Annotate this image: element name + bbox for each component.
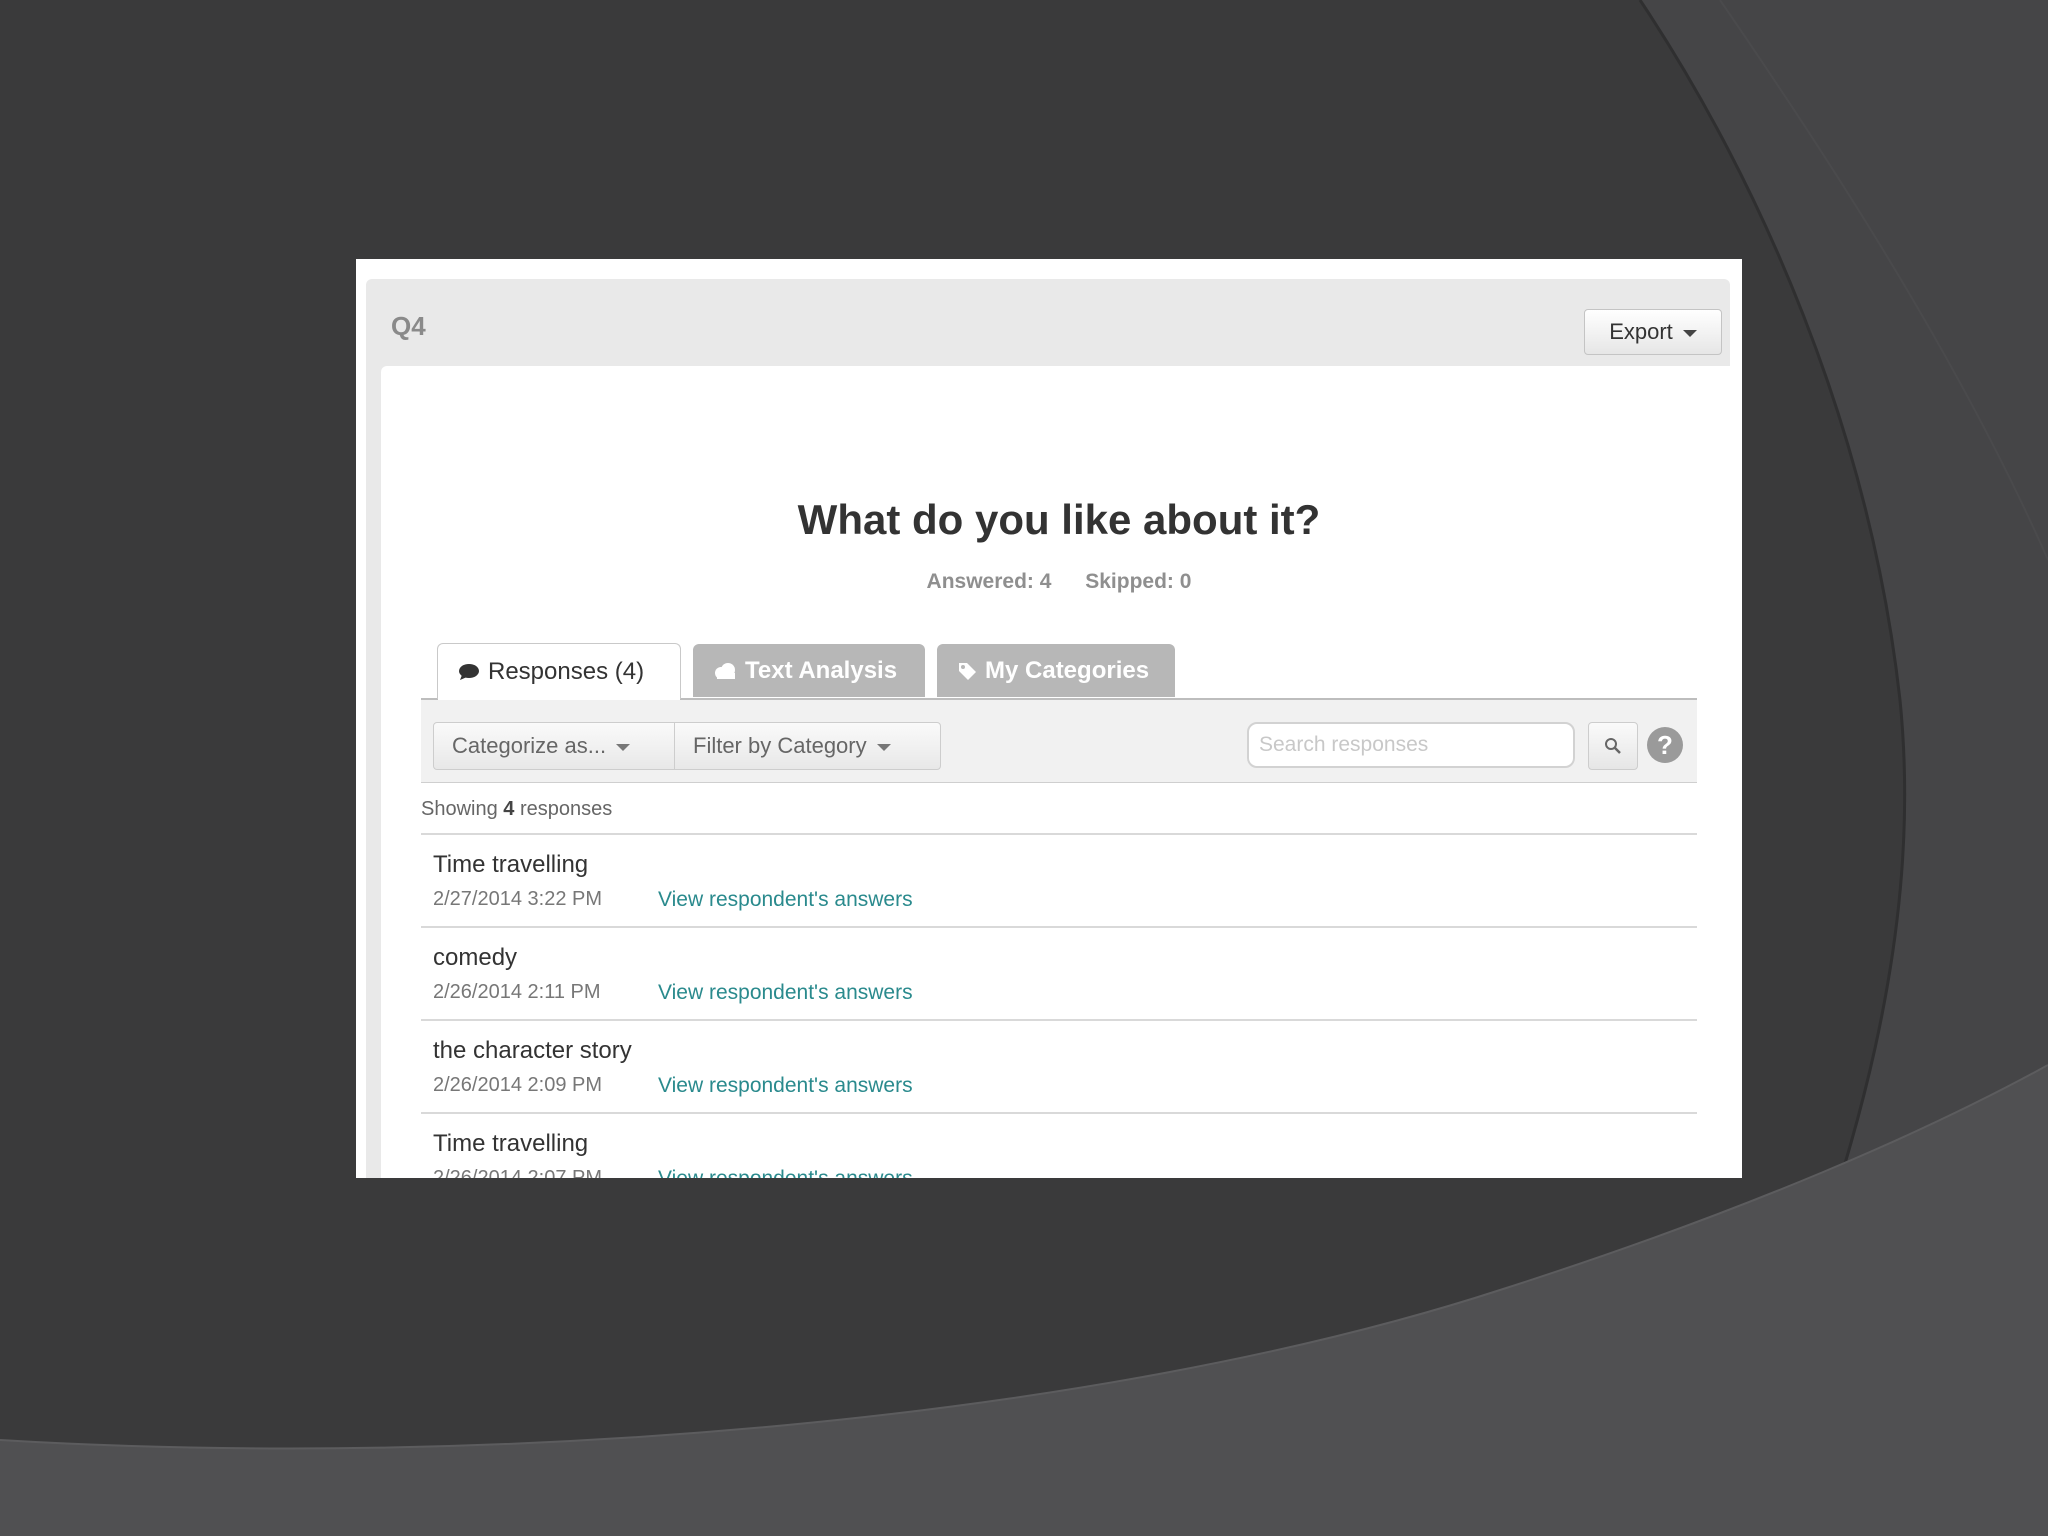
export-label: Export xyxy=(1609,319,1673,344)
responses-toolbar: Categorize as... Filter by Category ? xyxy=(421,700,1697,783)
response-text: the character story xyxy=(433,1037,632,1064)
showing-count: Showing 4 responses xyxy=(421,798,612,821)
speech-bubble-icon xyxy=(459,663,479,680)
view-answers-link[interactable]: View respondent's answers xyxy=(658,1074,913,1098)
tag-icon xyxy=(959,662,976,680)
response-list: Time travelling 2/27/2014 3:22 PM View r… xyxy=(421,833,1697,1178)
filter-label: Filter by Category xyxy=(693,733,867,758)
response-timestamp: 2/26/2014 2:11 PM xyxy=(433,981,601,1003)
view-answers-link[interactable]: View respondent's answers xyxy=(658,1167,913,1178)
question-number: Q4 xyxy=(391,311,426,341)
response-text: comedy xyxy=(433,944,518,971)
tab-responses[interactable]: Responses (4) xyxy=(437,643,681,699)
help-icon[interactable]: ? xyxy=(1647,727,1683,763)
response-timestamp: 2/26/2014 2:07 PM xyxy=(433,1167,603,1178)
chevron-down-icon xyxy=(876,744,891,751)
view-answers-link[interactable]: View respondent's answers xyxy=(658,888,913,912)
question-card: What do you like about it? Answered: 4 S… xyxy=(381,366,1737,1178)
tab-responses-label: Responses (4) xyxy=(488,657,645,685)
list-item: Time travelling 2/27/2014 3:22 PM View r… xyxy=(421,833,1697,926)
magnifier-icon xyxy=(1605,738,1621,754)
search-button[interactable] xyxy=(1588,722,1638,770)
response-timestamp: 2/27/2014 3:22 PM xyxy=(433,888,603,910)
tab-my-categories[interactable]: My Categories xyxy=(937,644,1175,697)
question-panel: Q4 Export What do you like about it? Ans… xyxy=(366,279,1737,1178)
answered-count: Answered: 4 xyxy=(926,570,1052,593)
page-title: What do you like about it? xyxy=(797,496,1321,543)
search-input[interactable] xyxy=(1247,722,1575,768)
categorize-label: Categorize as... xyxy=(452,733,607,758)
export-button[interactable]: Export xyxy=(1584,309,1722,355)
list-item: comedy 2/26/2014 2:11 PM View respondent… xyxy=(421,926,1697,1019)
skipped-count: Skipped: 0 xyxy=(1085,570,1192,593)
list-item: the character story 2/26/2014 2:09 PM Vi… xyxy=(421,1019,1697,1112)
chevron-down-icon xyxy=(616,744,631,751)
question-stats: Answered: 4 Skipped: 0 xyxy=(381,570,1737,594)
response-text: Time travelling xyxy=(433,1130,589,1157)
showing-suffix: responses xyxy=(519,798,613,820)
survey-screenshot: Q4 Export What do you like about it? Ans… xyxy=(356,259,1742,1178)
showing-prefix: Showing xyxy=(421,798,498,820)
tab-my-categories-label: My Categories xyxy=(985,656,1150,684)
response-text: Time travelling xyxy=(433,851,589,878)
tab-text-analysis-label: Text Analysis xyxy=(745,656,898,684)
showing-number: 4 xyxy=(503,798,515,820)
list-item: Time travelling 2/26/2014 2:07 PM View r… xyxy=(421,1112,1697,1178)
cloud-icon xyxy=(715,662,735,679)
chevron-down-icon xyxy=(1682,330,1697,337)
response-timestamp: 2/26/2014 2:09 PM xyxy=(433,1074,603,1096)
categorize-dropdown[interactable]: Categorize as... xyxy=(433,722,675,770)
view-answers-link[interactable]: View respondent's answers xyxy=(658,981,913,1005)
tab-text-analysis[interactable]: Text Analysis xyxy=(693,644,925,697)
filter-category-dropdown[interactable]: Filter by Category xyxy=(674,722,941,770)
